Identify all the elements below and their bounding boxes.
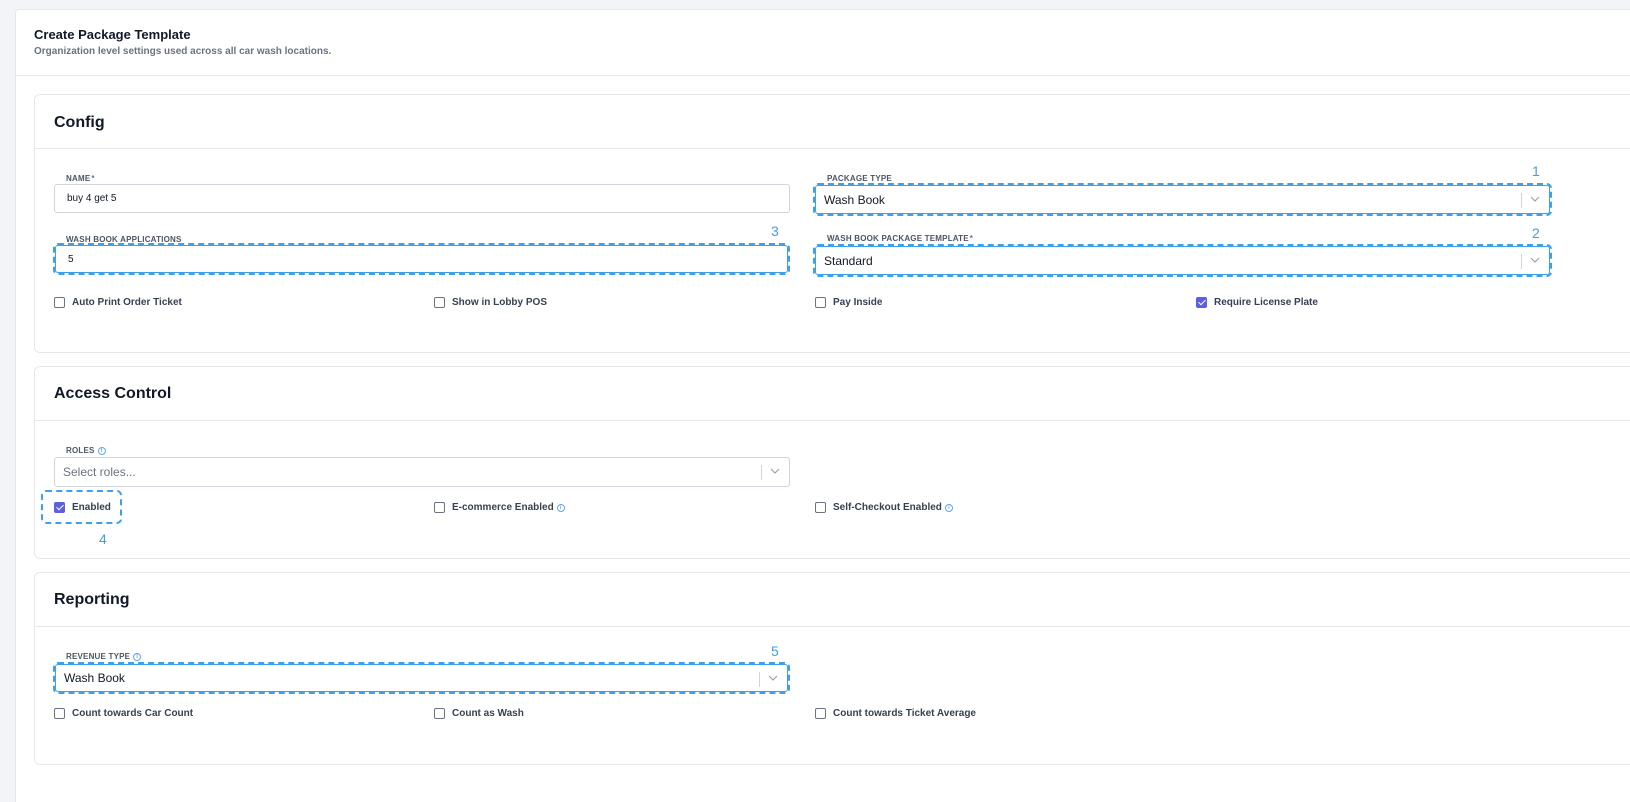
info-icon[interactable]: i [97, 446, 106, 455]
page-subtitle: Organization level settings used across … [34, 46, 332, 57]
checkbox-label: Count towards Ticket Average [833, 708, 976, 719]
access-control-divider [35, 420, 1630, 421]
wash-book-applications-label: WASH BOOK APPLICATIONS [66, 235, 182, 244]
reporting-section-title: Reporting [54, 591, 130, 608]
checkbox-label: Pay Inside [833, 297, 883, 308]
wash-book-applications-input[interactable] [53, 243, 790, 275]
checkbox-box[interactable] [54, 708, 65, 719]
revenue-type-value: Wash Book [64, 671, 125, 685]
access-control-section-title: Access Control [54, 385, 172, 402]
name-label: NAME* [66, 174, 95, 183]
self-checkout-enabled-checkbox[interactable]: Self-Checkout Enabled i [815, 502, 953, 513]
checkbox-label: Count as Wash [452, 708, 524, 719]
ecommerce-enabled-checkbox[interactable]: E-commerce Enabled i [434, 502, 565, 513]
checkbox-label: Self-Checkout Enabled [833, 502, 942, 513]
marker-5: 5 [771, 643, 779, 659]
package-type-value: Wash Book [824, 193, 885, 207]
config-section-title: Config [54, 114, 105, 131]
checkbox-box[interactable] [815, 708, 826, 719]
page-title: Create Package Template [34, 27, 191, 42]
roles-label: ROLES i [66, 446, 106, 455]
count-towards-ticket-average-checkbox[interactable]: Count towards Ticket Average [815, 708, 976, 719]
roles-select[interactable]: Select roles... [54, 457, 790, 487]
wash-book-package-template-select[interactable]: Standard [813, 244, 1552, 277]
checkbox-box[interactable] [815, 502, 826, 513]
checkbox-label: Count towards Car Count [72, 708, 194, 719]
auto-print-order-ticket-checkbox[interactable]: Auto Print Order Ticket [54, 297, 182, 308]
select-separator [1521, 193, 1522, 208]
checkbox-box[interactable] [54, 297, 65, 308]
info-icon[interactable]: i [133, 652, 142, 661]
name-input[interactable] [54, 184, 790, 213]
reporting-divider [35, 626, 1630, 627]
pay-inside-checkbox[interactable]: Pay Inside [815, 297, 882, 308]
config-section: Config [34, 94, 1630, 353]
checkbox-label: Require License Plate [1214, 297, 1318, 308]
count-towards-car-count-checkbox[interactable]: Count towards Car Count [54, 708, 193, 719]
marker-3: 3 [771, 223, 779, 239]
chevron-down-icon [768, 675, 778, 681]
checkbox-label: Show in Lobby POS [452, 297, 547, 308]
checkbox-box[interactable] [815, 297, 826, 308]
config-divider [35, 148, 1630, 149]
required-mark: * [969, 234, 974, 243]
chevron-down-icon [770, 468, 780, 474]
select-separator [1521, 254, 1522, 269]
revenue-type-label: REVENUE TYPE i [66, 652, 142, 661]
package-type-label: PACKAGE TYPE [827, 174, 892, 183]
marker-4: 4 [99, 531, 107, 547]
checkbox-box[interactable] [434, 502, 445, 513]
wash-book-package-template-value: Standard [824, 254, 873, 268]
select-separator [759, 672, 760, 687]
checkbox-box[interactable] [434, 708, 445, 719]
marker-1: 1 [1532, 163, 1540, 179]
header-divider [15, 75, 1630, 76]
check-icon[interactable] [1196, 297, 1207, 308]
chevron-down-icon [1530, 196, 1540, 202]
wash-book-package-template-label: WASH BOOK PACKAGE TEMPLATE* [827, 234, 974, 243]
required-mark: * [91, 174, 95, 183]
require-license-plate-checkbox[interactable]: Require License Plate [1196, 297, 1318, 308]
package-type-select[interactable]: Wash Book [813, 183, 1552, 216]
roles-placeholder: Select roles... [63, 465, 136, 479]
checkbox-label: Auto Print Order Ticket [72, 297, 182, 308]
info-icon[interactable]: i [944, 503, 953, 512]
chevron-down-icon [1530, 257, 1540, 263]
revenue-type-select[interactable]: Wash Book [53, 662, 790, 694]
checkbox-label: E-commerce Enabled [452, 502, 554, 513]
enabled-checkbox[interactable]: Enabled [54, 502, 111, 513]
checkbox-label: Enabled [72, 502, 111, 513]
count-as-wash-checkbox[interactable]: Count as Wash [434, 708, 524, 719]
info-icon[interactable]: i [556, 503, 565, 512]
check-icon[interactable] [54, 502, 65, 513]
checkbox-box[interactable] [434, 297, 445, 308]
select-separator [761, 465, 762, 480]
show-in-lobby-pos-checkbox[interactable]: Show in Lobby POS [434, 297, 547, 308]
marker-2: 2 [1532, 225, 1540, 241]
